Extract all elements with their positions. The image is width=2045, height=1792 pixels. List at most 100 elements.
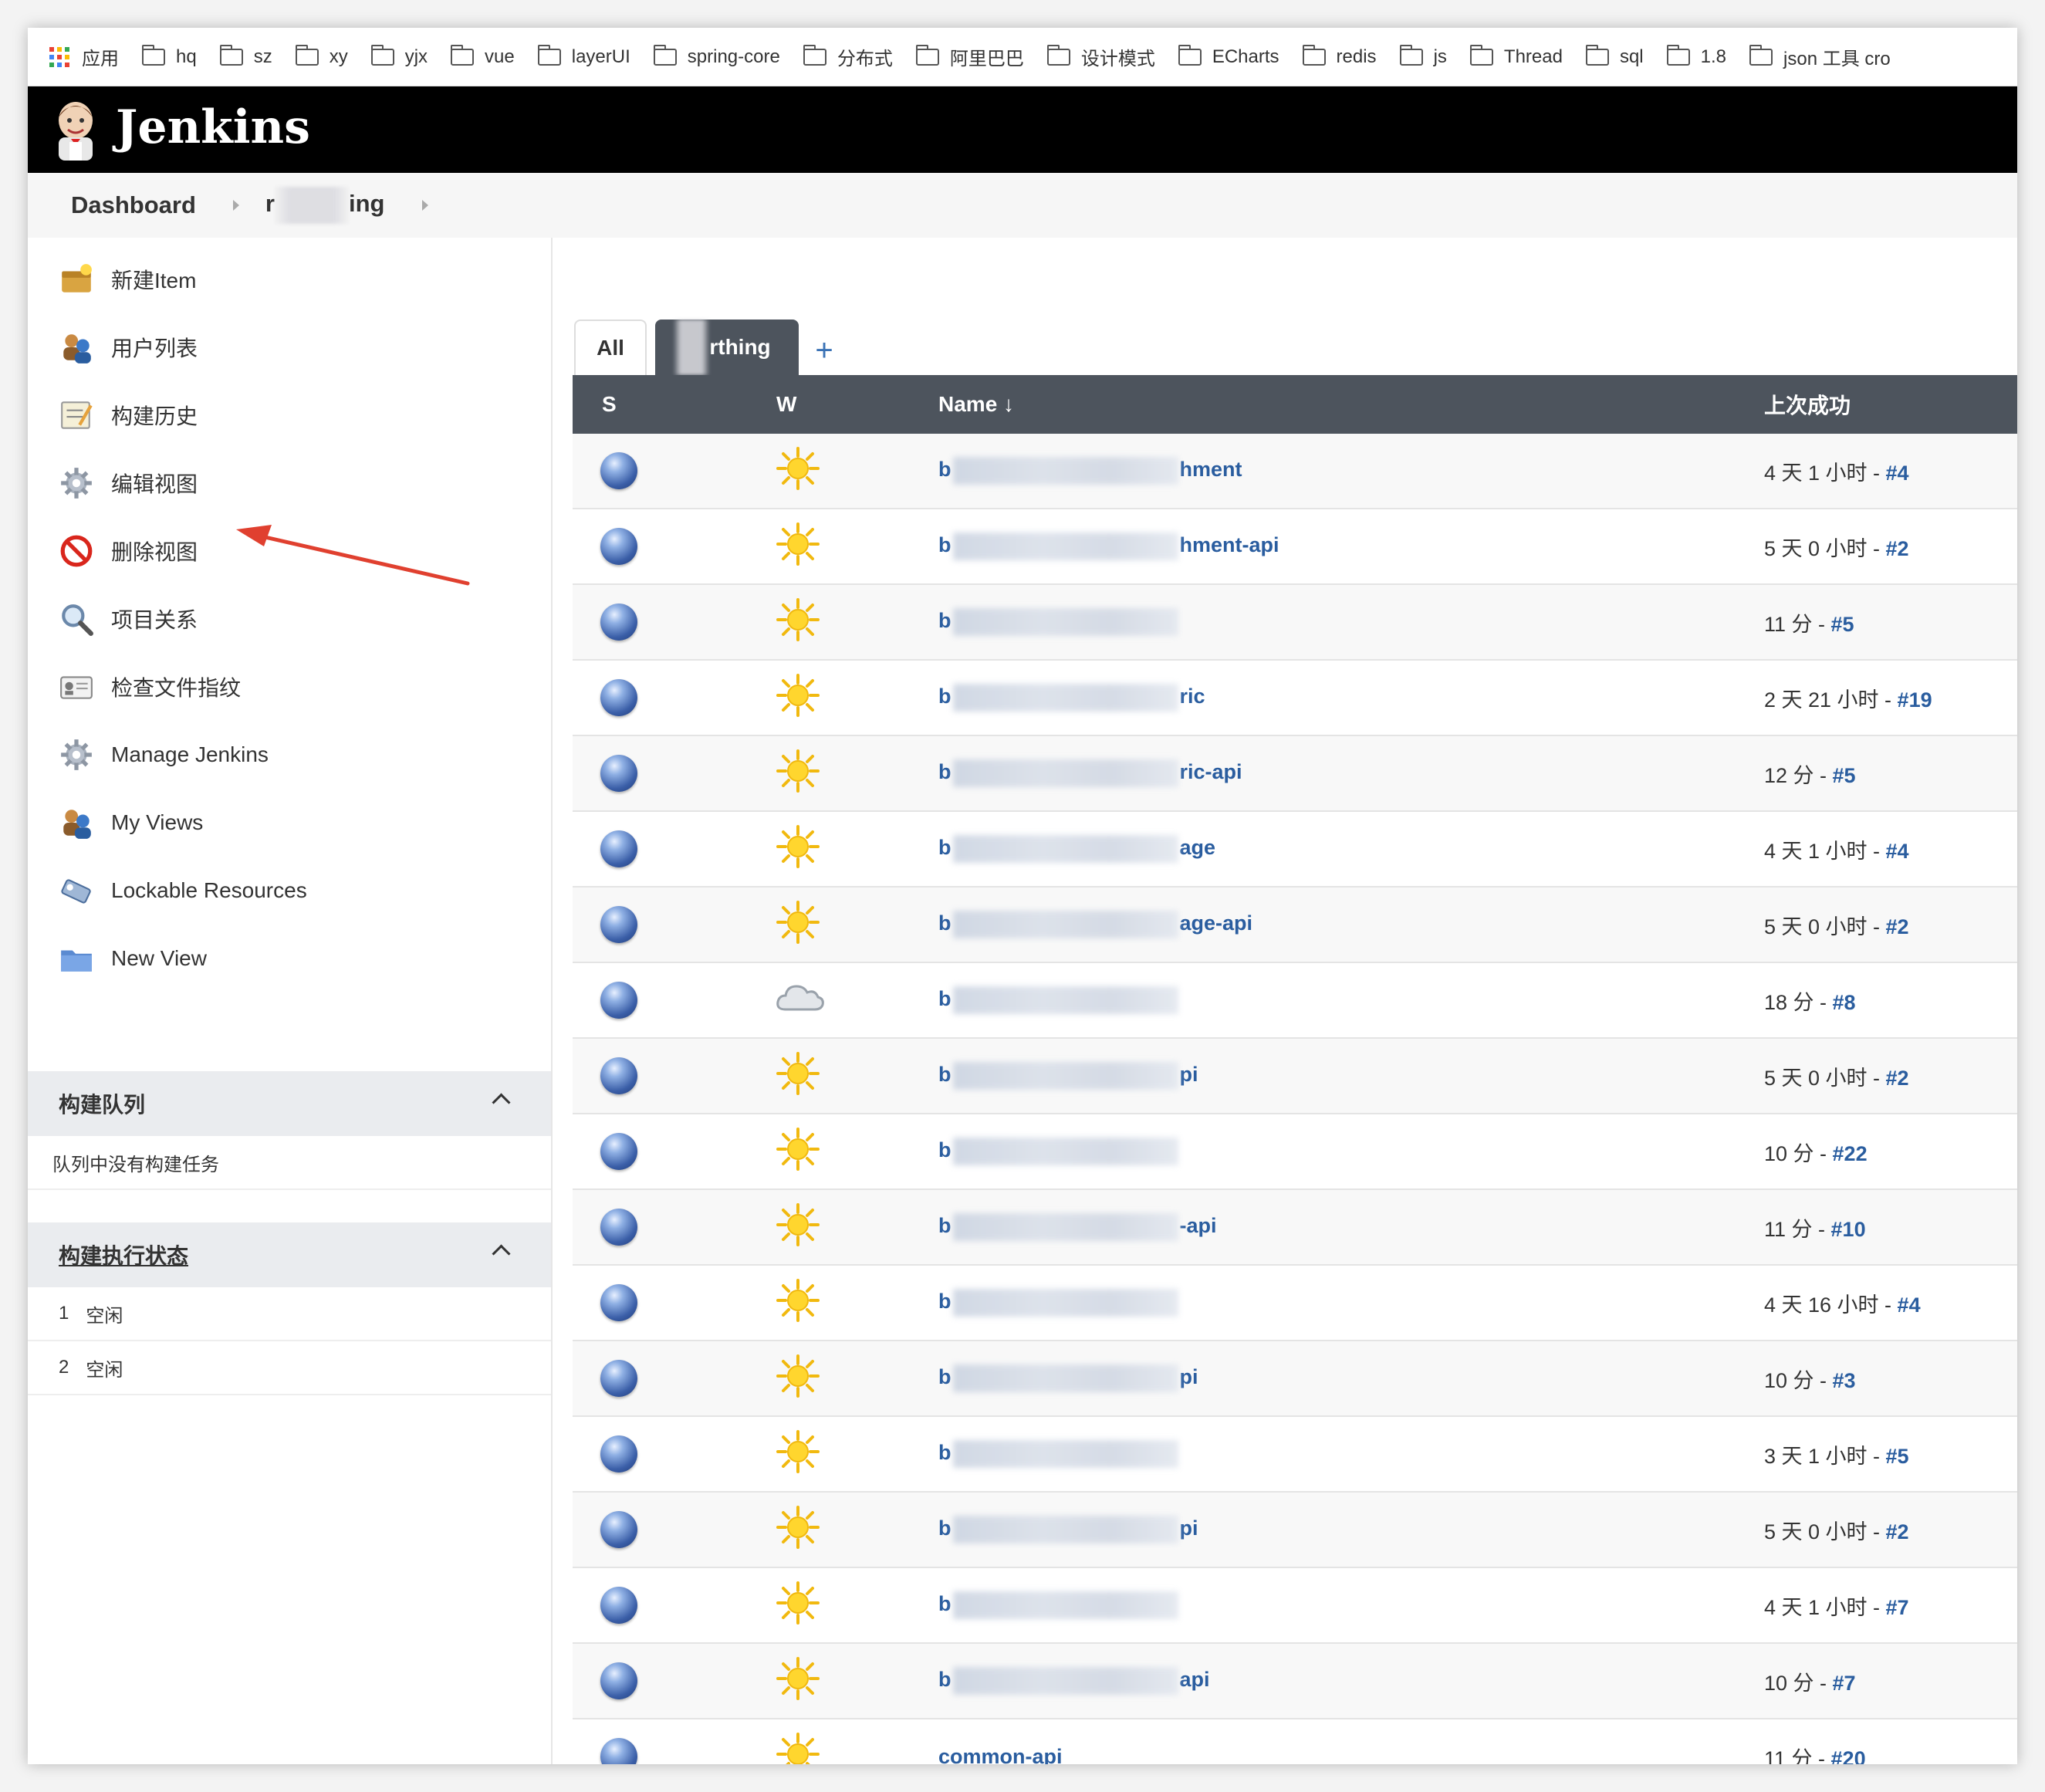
bookmark-item[interactable]: 阿里巴巴 [915, 43, 1024, 70]
build-number-link[interactable]: #5 [1831, 613, 1854, 636]
task-link[interactable]: New View [59, 935, 207, 982]
job-link[interactable]: b hment-api [938, 533, 1279, 560]
bookmark-item[interactable]: spring-core [653, 44, 780, 68]
column-last-success[interactable]: 上次成功 [1764, 375, 2017, 434]
status-ball-icon[interactable] [600, 679, 637, 716]
status-ball-icon[interactable] [600, 452, 637, 489]
status-ball-icon[interactable] [600, 1133, 637, 1170]
job-link[interactable]: b [938, 1440, 1180, 1468]
job-link[interactable]: b api [938, 1667, 1210, 1695]
task-link[interactable]: 新建Item [59, 256, 196, 303]
build-number-link[interactable]: #4 [1886, 840, 1909, 863]
status-ball-icon[interactable] [600, 906, 637, 943]
job-link[interactable]: b [938, 986, 1180, 1014]
task-link[interactable]: 编辑视图 [59, 460, 198, 506]
bookmark-item[interactable]: redis [1302, 44, 1377, 68]
build-number-link[interactable]: #2 [1886, 537, 1909, 560]
tab-active-view[interactable]: rthing [655, 320, 799, 375]
build-number-link[interactable]: #19 [1898, 688, 1932, 712]
build-number-link[interactable]: #10 [1831, 1218, 1866, 1241]
status-ball-icon[interactable] [600, 1511, 637, 1548]
task-link[interactable]: Lockable Resources [59, 867, 307, 914]
build-number-link[interactable]: #3 [1833, 1369, 1856, 1392]
build-number-link[interactable]: #4 [1898, 1293, 1921, 1317]
bookmark-item[interactable]: js [1399, 44, 1447, 68]
executors-title[interactable]: 构建执行状态 [59, 1239, 188, 1270]
status-ball-icon[interactable] [600, 1209, 637, 1246]
bookmark-item[interactable]: yjx [370, 44, 428, 68]
build-number-link[interactable]: #20 [1831, 1747, 1866, 1765]
status-ball-icon[interactable] [600, 1662, 637, 1699]
status-ball-icon[interactable] [600, 982, 637, 1019]
job-link[interactable]: b [938, 1289, 1180, 1317]
job-link[interactable]: b pi [938, 1364, 1198, 1392]
build-number-link[interactable]: #8 [1833, 991, 1856, 1014]
build-number-link[interactable]: #2 [1886, 915, 1909, 938]
sunny-icon[interactable] [775, 445, 821, 497]
status-ball-icon[interactable] [600, 830, 637, 867]
build-number-link[interactable]: #4 [1886, 462, 1909, 485]
sunny-icon[interactable] [775, 1655, 821, 1707]
sunny-icon[interactable] [775, 1126, 821, 1178]
bookmark-item[interactable]: sz [219, 44, 272, 68]
bookmark-item[interactable]: hq [142, 44, 197, 68]
column-name[interactable]: Name ↓ [938, 375, 1764, 434]
bookmark-item[interactable]: 1.8 [1666, 44, 1726, 68]
job-link[interactable]: b pi [938, 1062, 1198, 1090]
build-number-link[interactable]: #7 [1886, 1596, 1909, 1619]
status-ball-icon[interactable] [600, 755, 637, 792]
job-link[interactable]: b age-api [938, 911, 1252, 938]
tab-all[interactable]: All [574, 320, 647, 375]
job-link[interactable]: b [938, 1591, 1180, 1619]
column-weather[interactable]: W [776, 375, 938, 434]
task-link[interactable]: My Views [59, 800, 203, 846]
sunny-icon[interactable] [775, 1504, 821, 1556]
status-ball-icon[interactable] [600, 1284, 637, 1321]
breadcrumb-view[interactable]: r ing [265, 187, 385, 224]
status-ball-icon[interactable] [600, 1435, 637, 1472]
build-number-link[interactable]: #2 [1886, 1520, 1909, 1543]
status-ball-icon[interactable] [600, 604, 637, 641]
bookmark-item[interactable]: vue [451, 44, 515, 68]
sunny-icon[interactable] [775, 1202, 821, 1253]
job-link[interactable]: b pi [938, 1516, 1198, 1543]
sunny-icon[interactable] [775, 748, 821, 800]
breadcrumb-dashboard[interactable]: Dashboard [71, 191, 196, 219]
chevron-up-icon[interactable] [492, 1244, 511, 1263]
sunny-icon[interactable] [775, 899, 821, 951]
sunny-icon[interactable] [775, 597, 821, 648]
job-link[interactable]: b ric-api [938, 759, 1242, 787]
task-link[interactable]: 构建历史 [59, 392, 198, 438]
status-ball-icon[interactable] [600, 1057, 637, 1094]
task-link[interactable]: Manage Jenkins [59, 732, 269, 778]
sunny-icon[interactable] [775, 1731, 821, 1764]
job-link[interactable]: b age [938, 835, 1215, 863]
task-link[interactable]: 检查文件指纹 [59, 664, 241, 710]
sunny-icon[interactable] [775, 1429, 821, 1480]
build-queue-header[interactable]: 构建队列 [28, 1071, 551, 1136]
sunny-icon[interactable] [775, 521, 821, 573]
bookmark-item[interactable]: sql [1585, 44, 1644, 68]
bookmark-item[interactable]: 分布式 [803, 43, 893, 70]
build-number-link[interactable]: #22 [1833, 1142, 1868, 1165]
sunny-icon[interactable] [775, 823, 821, 875]
status-ball-icon[interactable] [600, 1738, 637, 1764]
bookmark-item[interactable]: xy [295, 44, 348, 68]
column-status[interactable]: S [573, 375, 776, 434]
cloudy-icon[interactable] [775, 979, 826, 1023]
job-link[interactable]: b [938, 608, 1180, 636]
breadcrumb-separator-icon[interactable] [421, 200, 428, 211]
bookmark-item[interactable]: 设计模式 [1046, 43, 1155, 70]
add-view-tab[interactable]: + [809, 323, 840, 378]
job-link[interactable]: b ric [938, 684, 1205, 712]
job-link[interactable]: b [938, 1138, 1180, 1165]
bookmark-item[interactable]: ECharts [1178, 44, 1279, 68]
build-number-link[interactable]: #2 [1886, 1067, 1909, 1090]
sunny-icon[interactable] [775, 672, 821, 724]
build-number-link[interactable]: #7 [1833, 1672, 1856, 1695]
job-link[interactable]: b -api [938, 1213, 1217, 1241]
status-ball-icon[interactable] [600, 1587, 637, 1624]
bookmark-item[interactable]: 应用 [49, 43, 119, 70]
status-ball-icon[interactable] [600, 1360, 637, 1397]
job-link[interactable]: common-api [938, 1745, 1063, 1765]
